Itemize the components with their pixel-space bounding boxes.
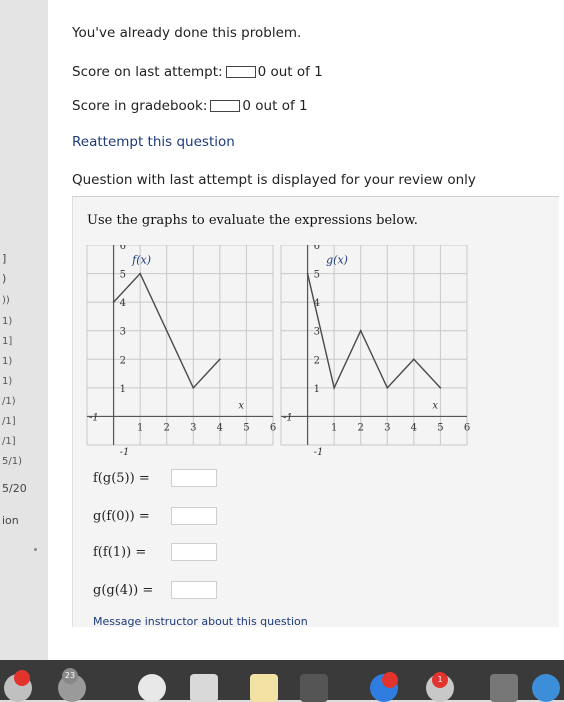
review-notice: Question with last attempt is displayed … [72,172,476,188]
x-tick-label: 5 [437,422,443,433]
data-point [306,272,309,275]
data-point [219,358,221,361]
chart-title: g(x) [326,253,348,266]
left-sidebar-item[interactable]: /1) [2,396,16,407]
left-sidebar-item[interactable]: ion [2,514,19,527]
answer-input-fg5[interactable] [171,469,217,487]
y-tick-label: 2 [314,355,320,366]
data-point [413,358,415,361]
tv-icon[interactable] [300,674,328,702]
expression-label: f(f(1)) = [93,544,147,560]
y-tick-label: 3 [314,327,320,338]
answer-input-gf0[interactable] [171,507,217,525]
chart-f: 1 2 3 4 5 6 1 2 3 4 5 6 -1 -1 x f(x) [86,245,276,455]
data-point [386,387,389,389]
left-sidebar-item[interactable]: )) [2,295,10,306]
answer-input-gg4[interactable] [171,581,217,599]
app-icon[interactable] [490,674,518,702]
left-sidebar: ] ) )) 1) 1] 1) 1) /1) /1] /1] 5/1) 5/20… [0,0,48,700]
left-sidebar-item[interactable]: 5/20 [2,482,27,495]
data-point [333,387,335,389]
x-tick-label: 1 [331,422,337,433]
left-sidebar-item[interactable]: 1) [2,316,12,327]
y-neg-label: -1 [120,447,130,455]
x-tick-label: 4 [217,422,223,433]
x-tick-label: 5 [243,422,249,433]
y-neg-label: -1 [314,447,324,455]
x-axis-label: x [238,400,244,411]
notification-badge: 1 [432,672,448,688]
notification-badge-icon [14,670,30,686]
score-indicator-icon [210,100,241,112]
last-attempt-score: Score on last attempt: 0 out of 1 [72,64,323,80]
x-tick-label: 6 [464,422,470,433]
expression-label: g(f(0)) = [93,508,150,524]
expression-row: g(g(4)) = [93,581,217,601]
chart-title: f(x) [131,253,151,266]
y-tick-label: 5 [314,270,320,281]
calendar-icon[interactable] [190,674,218,702]
x-axis-label: x [432,400,438,411]
gradebook-label: Score in gradebook: [72,98,208,114]
expression-label: f(g(5)) = [93,470,150,486]
done-notice: You've already done this problem. [72,25,302,41]
y-tick-label: 6 [314,245,320,252]
bullet-icon [34,548,37,551]
left-sidebar-item[interactable]: 1] [2,336,12,347]
expression-row: f(f(1)) = [93,543,217,563]
data-point [139,272,141,275]
y-tick-label: 6 [120,245,126,252]
left-sidebar-item[interactable]: 1) [2,376,12,387]
last-attempt-value: 0 out of 1 [257,64,323,80]
notification-badge: 23 [62,668,78,684]
expression-label: g(g(4)) = [93,582,154,598]
x-neg-label: -1 [89,412,99,423]
expression-row: g(f(0)) = [93,507,217,527]
x-tick-label: 6 [270,422,276,433]
left-sidebar-item[interactable]: ) [2,272,6,285]
data-point [192,387,195,389]
notes-icon[interactable] [250,674,278,702]
reattempt-link[interactable]: Reattempt this question [72,134,235,150]
x-tick-label: 2 [358,422,364,433]
expression-row: f(g(5)) = [93,469,217,489]
data-point [165,329,168,332]
wifi-icon[interactable] [532,674,560,702]
graphs-area: 1 2 3 4 5 6 1 2 3 4 5 6 -1 -1 x f(x) 1 2 3 4 5 6 1 2 3 4 5 6 -1 -1 x g… [86,245,470,455]
main-page: You've already done this problem. Score … [48,0,564,660]
x-neg-label: -1 [283,412,293,423]
gradebook-score: Score in gradebook: 0 out of 1 [72,98,308,114]
x-tick-label: 3 [190,422,196,433]
message-instructor-link[interactable]: Message instructor about this question [93,615,308,628]
left-sidebar-item[interactable]: /1] [2,436,16,447]
x-tick-label: 2 [164,422,170,433]
problem-panel: Use the graphs to evaluate the expressio… [72,196,559,628]
left-sidebar-item[interactable]: 1) [2,356,12,367]
y-tick-label: 3 [120,327,126,338]
y-tick-label: 4 [120,298,126,309]
y-tick-label: 5 [120,270,126,281]
y-tick-label: 1 [120,384,126,395]
notification-badge-icon [382,672,398,688]
chrome-icon[interactable] [138,674,166,702]
problem-instructions: Use the graphs to evaluate the expressio… [87,213,418,228]
chart-g: 1 2 3 4 5 6123456-1-1xg(x) [280,245,470,455]
data-point [439,387,442,389]
gradebook-value: 0 out of 1 [242,98,308,114]
last-attempt-label: Score on last attempt: [72,64,223,80]
answer-input-ff1[interactable] [171,543,217,561]
taskbar-dock: 23 1 [0,660,564,702]
score-indicator-icon [225,66,256,78]
left-sidebar-item[interactable]: 5/1) [2,456,22,467]
x-tick-label: 1 [137,422,143,433]
y-tick-label: 2 [120,355,126,366]
left-sidebar-item[interactable]: /1] [2,416,16,427]
x-tick-label: 4 [411,422,417,433]
left-sidebar-item[interactable]: ] [2,252,6,265]
data-point [359,329,362,332]
data-point [112,301,115,303]
x-tick-label: 3 [384,422,390,433]
y-tick-label: 1 [314,384,320,395]
